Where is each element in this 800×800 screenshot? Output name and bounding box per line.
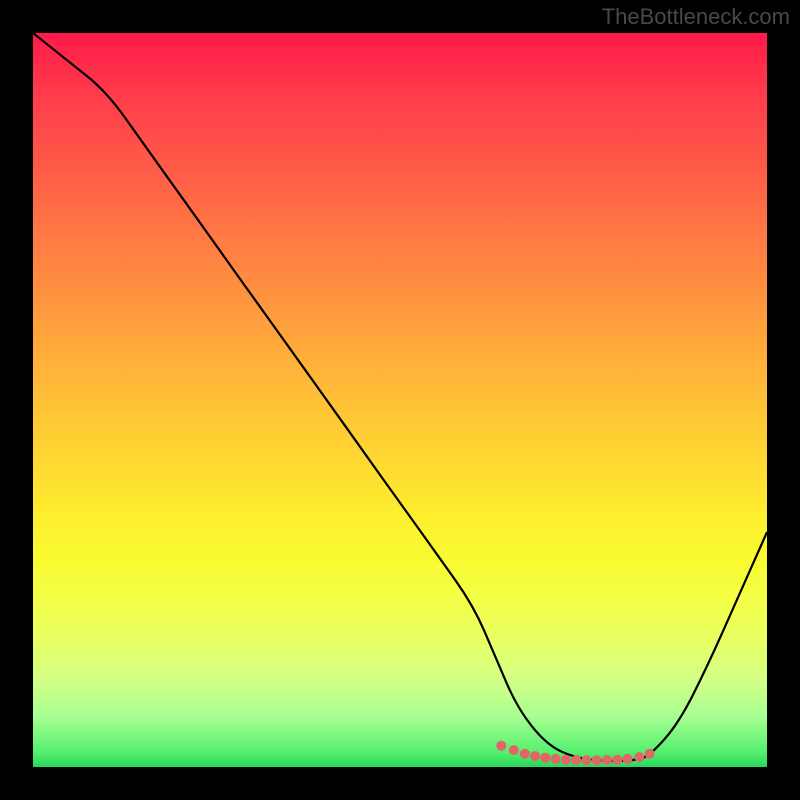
highlight-dot — [520, 749, 530, 759]
highlight-dot — [623, 754, 633, 764]
highlight-dot — [551, 754, 561, 764]
bottleneck-curve-path — [33, 33, 767, 761]
highlight-dot — [530, 751, 540, 761]
highlight-dot — [571, 755, 581, 765]
highlight-dot — [645, 749, 655, 759]
highlight-dot — [561, 755, 571, 765]
highlight-dot — [602, 755, 612, 765]
highlight-dot — [581, 755, 591, 765]
highlight-dots — [496, 741, 654, 766]
plot-area — [33, 33, 767, 767]
highlight-dot — [509, 745, 519, 755]
highlight-dot — [612, 755, 622, 765]
curve-svg — [33, 33, 767, 767]
highlight-dot — [592, 755, 602, 765]
highlight-dot — [496, 741, 506, 751]
highlight-dot — [540, 753, 550, 763]
highlight-dot — [634, 752, 644, 762]
watermark-text: TheBottleneck.com — [602, 4, 790, 30]
